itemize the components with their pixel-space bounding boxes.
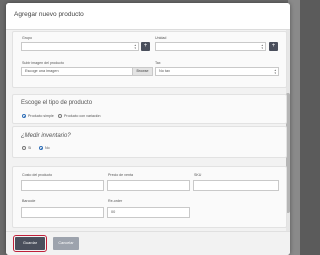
radio-inventory-no-label: No xyxy=(45,146,50,150)
select-arrows-icon: ▴ ▾ xyxy=(274,68,276,75)
radio-inventory-no[interactable] xyxy=(39,146,43,150)
image-upload-input[interactable]: Escoge una imagen xyxy=(21,67,133,76)
pricing-panel: Costo del producto Precio de venta SKU B… xyxy=(12,166,287,228)
radio-inventory-yes[interactable] xyxy=(22,146,26,150)
tax-select[interactable]: No tax ▴ ▾ xyxy=(155,67,279,76)
radio-variation-product-label: Producto con variación xyxy=(64,114,101,118)
save-button[interactable]: Guardar xyxy=(13,235,47,252)
image-upload-label: Subir imagen del producto xyxy=(22,61,64,65)
price-input[interactable] xyxy=(107,180,190,191)
radio-simple-product[interactable] xyxy=(22,114,26,118)
cost-label: Costo del producto xyxy=(22,173,53,177)
radio-simple-product-label: Producto simple xyxy=(28,114,54,118)
select-arrows-icon: ▴ ▾ xyxy=(261,43,263,50)
inventory-panel: ¿Medir inventario? Si No xyxy=(12,126,287,158)
sku-label: SKU xyxy=(194,173,202,177)
tax-select-value: No tax xyxy=(159,69,170,73)
cancel-button[interactable]: Cancelar xyxy=(53,237,79,250)
barcode-label: Barcode xyxy=(22,199,36,203)
unit-select[interactable]: ▴ ▾ xyxy=(155,42,266,51)
modal-title: Agregar nuevo producto xyxy=(14,11,84,18)
cost-input[interactable] xyxy=(21,180,104,191)
tax-label: Tax xyxy=(155,61,161,65)
radio-inventory-yes-label: Si xyxy=(28,146,32,150)
inventory-heading: ¿Medir inventario? xyxy=(21,133,71,139)
details-panel: Grupo ▴ ▾ + Unidad ▴ ▾ + Subir imagen del … xyxy=(12,31,287,88)
product-type-panel: Escoge el tipo de producto Producto simp… xyxy=(12,94,287,124)
price-label: Precio de venta xyxy=(108,173,133,177)
modal-header: Agregar nuevo producto xyxy=(6,3,290,30)
radio-variation-product[interactable] xyxy=(58,114,62,118)
add-group-button[interactable]: + xyxy=(141,42,150,51)
modal-footer: Guardar Cancelar xyxy=(6,231,290,255)
group-label: Grupo xyxy=(22,36,32,40)
barcode-input[interactable] xyxy=(21,207,104,218)
add-product-modal: Agregar nuevo producto Grupo ▴ ▾ + Unidad… xyxy=(6,3,290,255)
sku-input[interactable] xyxy=(193,180,279,191)
unit-label: Unidad xyxy=(155,36,167,40)
add-unit-button[interactable]: + xyxy=(269,42,278,51)
reorder-label: Re-order xyxy=(108,199,123,203)
browse-button[interactable]: Browse xyxy=(132,67,153,76)
reorder-input[interactable]: 00 xyxy=(107,207,190,218)
product-type-heading: Escoge el tipo de producto xyxy=(21,100,93,106)
group-select[interactable]: ▴ ▾ xyxy=(21,42,139,51)
select-arrows-icon: ▴ ▾ xyxy=(134,43,136,50)
